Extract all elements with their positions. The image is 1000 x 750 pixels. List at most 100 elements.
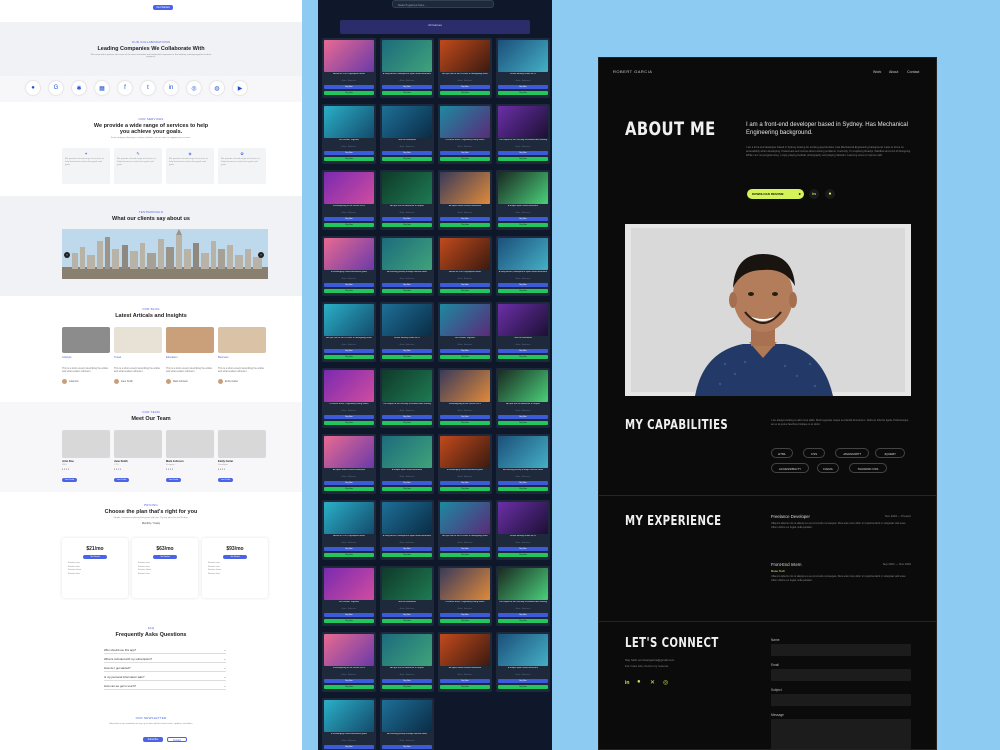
buy-now-button[interactable]: Buy Now — [440, 217, 490, 221]
game-card[interactable]: The sequel to the critically acclaimed d… — [496, 104, 550, 164]
instagram-icon[interactable]: ◎ — [663, 679, 668, 686]
buy-now-button[interactable]: Buy Now — [382, 217, 432, 221]
buy-now-button[interactable]: Buy Now — [324, 481, 374, 485]
play-now-button[interactable]: Play Now — [440, 223, 490, 227]
buy-now-button[interactable]: Buy Now — [498, 217, 548, 221]
faq-item[interactable]: Who should use this app? ⌄ — [104, 646, 226, 654]
nav-contact-link[interactable]: Contact — [907, 70, 919, 74]
buy-now-button[interactable]: Buy Now — [440, 349, 490, 353]
buy-now-button[interactable]: Buy Now — [324, 679, 374, 683]
game-card[interactable]: A reimagining of the classic RPG Action ·… — [322, 632, 376, 692]
view-profile-button[interactable]: View Profile — [62, 478, 77, 482]
game-card[interactable]: Into the Heartland Action · Adventure Buy … — [496, 302, 550, 362]
play-now-button[interactable]: Play Now — [498, 421, 548, 425]
buy-now-button[interactable]: Buy Now — [382, 679, 432, 683]
name-field[interactable] — [771, 644, 911, 656]
play-now-button[interactable]: Play Now — [382, 355, 432, 359]
dribbble-logo-icon[interactable]: ◍ — [210, 81, 224, 95]
nav-work-link[interactable]: Work — [873, 70, 881, 74]
game-card[interactable]: Discover Elves, Legendary Killing within… — [438, 104, 492, 164]
game-card[interactable]: A challenging action-adventure game Actio… — [322, 236, 376, 296]
play-now-button[interactable]: Play Now — [324, 487, 374, 491]
game-card[interactable]: A new fantasy action RPG Action · Adventu… — [496, 38, 550, 98]
article-card[interactable]: Lifestyle This is a short excerpt describ… — [62, 327, 110, 389]
game-card[interactable]: Discover Elves, Legendary Killing within… — [438, 566, 492, 626]
play-now-button[interactable]: Play Now — [498, 355, 548, 359]
game-card[interactable]: A reimagining of the classic RPG Action ·… — [438, 368, 492, 428]
play-now-button[interactable]: Play Now — [382, 421, 432, 425]
get-started-button[interactable]: Get Started — [83, 555, 107, 559]
game-card[interactable]: Go Frontier Together Action · Adventure Bu… — [438, 302, 492, 362]
play-now-button[interactable]: Play Now — [498, 685, 548, 689]
buy-now-button[interactable]: Buy Now — [382, 547, 432, 551]
buy-now-button[interactable]: Buy Now — [440, 283, 490, 287]
play-now-button[interactable]: Play Now — [440, 157, 490, 161]
game-card[interactable]: An epic mix of adventure in Skyrim Action… — [380, 632, 434, 692]
play-now-button[interactable]: Play Now — [324, 157, 374, 161]
play-now-button[interactable]: Play Now — [440, 553, 490, 557]
instagram-logo-icon[interactable]: ◎ — [187, 81, 201, 95]
play-now-button[interactable]: Play Now — [440, 487, 490, 491]
faq-item[interactable]: Is my personal information safe? ⌄ — [104, 673, 226, 681]
game-card[interactable]: Discover Elves, Legendary Killing within… — [322, 368, 376, 428]
apple-logo-icon[interactable]: ● — [26, 81, 40, 95]
play-now-button[interactable]: Play Now — [440, 619, 490, 623]
faq-item[interactable]: How can we get in touch? ⌄ — [104, 682, 226, 690]
buy-now-button[interactable]: Buy Now — [382, 613, 432, 617]
view-profile-button[interactable]: View Profile — [218, 478, 233, 482]
game-card[interactable]: The sequel to the critically acclaimed d… — [496, 566, 550, 626]
buy-now-button[interactable]: Buy Now — [440, 613, 490, 617]
game-card[interactable]: A new fantasy action RPG Action · Adventu… — [380, 302, 434, 362]
play-now-button[interactable]: Play Now — [498, 487, 548, 491]
game-card[interactable]: A story-driven, atmospheric open world a… — [380, 500, 434, 560]
play-now-button[interactable]: Play Now — [440, 91, 490, 95]
buy-now-button[interactable]: Buy Now — [382, 745, 432, 749]
play-now-button[interactable]: Play Now — [324, 553, 374, 557]
subscribe-button[interactable]: Subscribe — [143, 737, 163, 742]
article-card[interactable]: Travel This is a short excerpt describing… — [114, 327, 162, 389]
buy-now-button[interactable]: Buy Now — [382, 151, 432, 155]
game-card[interactable]: An open world survival adventure Action ·… — [322, 434, 376, 494]
facebook-logo-icon[interactable]: f — [118, 81, 132, 95]
game-card[interactable]: An open world survival adventure Action ·… — [438, 170, 492, 230]
play-now-button[interactable]: Play Now — [382, 289, 432, 293]
buy-now-button[interactable]: Buy Now — [382, 415, 432, 419]
buy-now-button[interactable]: Buy Now — [440, 481, 490, 485]
contact-button[interactable]: Contact — [167, 737, 187, 742]
play-now-button[interactable]: Play Now — [382, 223, 432, 227]
game-card[interactable]: A unique open world adventure Action · Ad… — [496, 632, 550, 692]
play-now-button[interactable]: Play Now — [498, 91, 548, 95]
youtube-logo-icon[interactable]: ▶ — [233, 81, 247, 95]
buy-now-button[interactable]: Buy Now — [382, 349, 432, 353]
nav-about-link[interactable]: About — [889, 70, 898, 74]
buy-now-button[interactable]: Buy Now — [498, 415, 548, 419]
game-card[interactable]: Action RPG in a dystopian future Action ·… — [322, 500, 376, 560]
google-logo-icon[interactable]: G — [49, 81, 63, 95]
faq-item[interactable]: What is included with my subscription? ⌄ — [104, 655, 226, 663]
buy-now-button[interactable]: Buy Now — [324, 415, 374, 419]
get-started-button[interactable]: Get Started — [223, 555, 247, 559]
game-card[interactable]: An open world survival adventure Action ·… — [438, 632, 492, 692]
buy-now-button[interactable]: Buy Now — [498, 151, 548, 155]
member-social-icons[interactable]: ▪ ▪ ▪ ▪ — [218, 467, 266, 471]
game-card[interactable]: An epic tale of fire & chaos in unforgiv… — [438, 38, 492, 98]
buy-now-button[interactable]: Buy Now — [498, 481, 548, 485]
play-now-button[interactable]: Play Now — [382, 91, 432, 95]
play-now-button[interactable]: Play Now — [498, 553, 548, 557]
buy-now-button[interactable]: Buy Now — [324, 745, 374, 749]
game-search-input[interactable]: Search games here... — [392, 0, 494, 8]
game-card[interactable]: A challenging action-adventure game Actio… — [438, 434, 492, 494]
article-card[interactable]: Education This is a short excerpt describ… — [166, 327, 214, 389]
play-now-button[interactable]: Play Now — [324, 223, 374, 227]
game-card[interactable]: An epic tale of fire & chaos in unforgiv… — [322, 302, 376, 362]
message-field[interactable] — [771, 719, 911, 749]
game-card[interactable]: Go Frontier Together Action · Adventure Bu… — [322, 566, 376, 626]
linkedin-logo-icon[interactable]: in — [164, 81, 178, 95]
member-social-icons[interactable]: ▪ ▪ ▪ ▪ — [114, 467, 162, 471]
game-card[interactable]: Go Frontier Together Action · Adventure Bu… — [322, 104, 376, 164]
game-card[interactable]: An epic mix of adventure in Skyrim Action… — [496, 368, 550, 428]
buy-now-button[interactable]: Buy Now — [440, 547, 490, 551]
buy-now-button[interactable]: Buy Now — [440, 415, 490, 419]
play-now-button[interactable]: Play Now — [440, 421, 490, 425]
email-field[interactable] — [771, 669, 911, 681]
